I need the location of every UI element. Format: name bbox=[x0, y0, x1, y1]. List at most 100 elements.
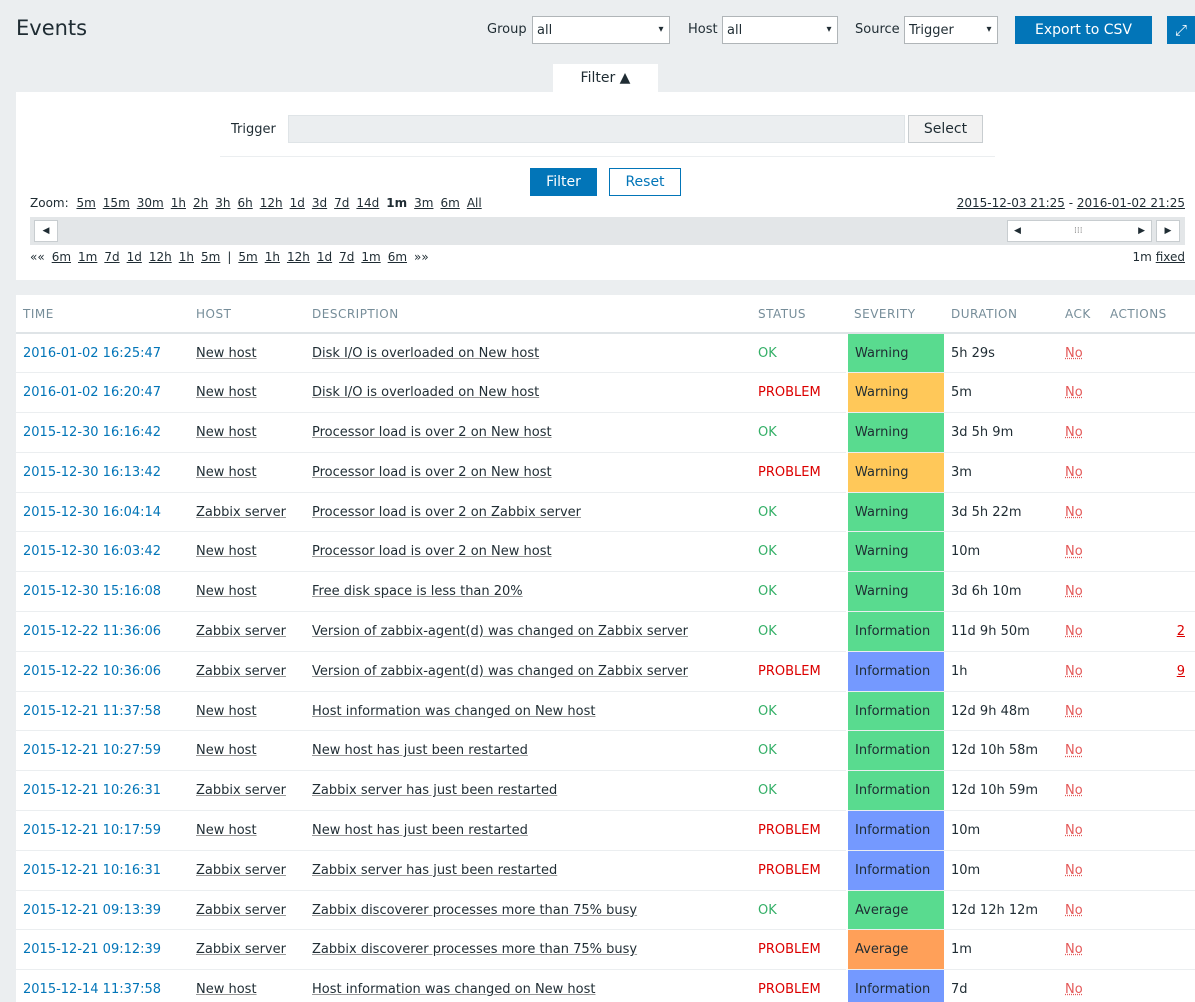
group-select[interactable]: all ▾ bbox=[532, 16, 670, 44]
trigger-select-button[interactable]: Select bbox=[908, 115, 983, 143]
ack-cell-link[interactable]: No bbox=[1065, 544, 1083, 559]
host-cell-link[interactable]: New host bbox=[196, 465, 257, 480]
ack-cell-link[interactable]: No bbox=[1065, 743, 1083, 758]
host-cell-link[interactable]: Zabbix server bbox=[196, 863, 286, 878]
timeline-scrollbar[interactable]: ◀ ◀ ⁞⁞⁞ ▶ bbox=[30, 217, 1185, 245]
ack-cell-link[interactable]: No bbox=[1065, 624, 1083, 639]
host-cell-link[interactable]: Zabbix server bbox=[196, 783, 286, 798]
ack-cell-link[interactable]: No bbox=[1065, 783, 1083, 798]
event-time-link[interactable]: 2015-12-22 10:36:06 bbox=[16, 651, 189, 692]
filter-button[interactable]: Filter bbox=[530, 168, 597, 196]
zoom-link-1h[interactable]: 1h bbox=[171, 196, 186, 210]
ack-cell-link[interactable]: No bbox=[1065, 903, 1083, 918]
zoom-link-6h[interactable]: 6h bbox=[237, 196, 252, 210]
period-from-link[interactable]: 2015-12-03 21:25 bbox=[957, 196, 1065, 210]
host-cell-link[interactable]: New host bbox=[196, 823, 257, 838]
nav-back-1m[interactable]: 1m bbox=[78, 250, 97, 264]
description-cell-link[interactable]: New host has just been restarted bbox=[312, 743, 528, 758]
zoom-link-3h[interactable]: 3h bbox=[215, 196, 230, 210]
reset-button[interactable]: Reset bbox=[609, 168, 681, 196]
ack-cell-link[interactable]: No bbox=[1065, 425, 1083, 440]
zoom-link-3m[interactable]: 3m bbox=[414, 196, 433, 210]
description-cell-link[interactable]: Zabbix server has just been restarted bbox=[312, 863, 557, 878]
ack-cell-link[interactable]: No bbox=[1065, 664, 1083, 679]
scroll-handle[interactable]: ◀ ⁞⁞⁞ ▶ bbox=[1007, 220, 1152, 242]
event-time-link[interactable]: 2015-12-30 16:16:42 bbox=[16, 412, 189, 453]
event-time-link[interactable]: 2015-12-30 16:04:14 bbox=[16, 492, 189, 533]
zoom-link-7d[interactable]: 7d bbox=[334, 196, 349, 210]
event-time-link[interactable]: 2015-12-14 11:37:58 bbox=[16, 969, 189, 1002]
zoom-link-15m[interactable]: 15m bbox=[103, 196, 130, 210]
description-cell-link[interactable]: Processor load is over 2 on New host bbox=[312, 544, 552, 559]
nav-forward-12h[interactable]: 12h bbox=[287, 250, 310, 264]
host-cell-link[interactable]: New host bbox=[196, 346, 257, 361]
host-cell-link[interactable]: New host bbox=[196, 743, 257, 758]
host-cell-link[interactable]: New host bbox=[196, 584, 257, 599]
ack-cell-link[interactable]: No bbox=[1065, 823, 1083, 838]
host-cell-link[interactable]: Zabbix server bbox=[196, 903, 286, 918]
host-cell-link[interactable]: New host bbox=[196, 425, 257, 440]
ack-cell-link[interactable]: No bbox=[1065, 584, 1083, 599]
event-time-link[interactable]: 2015-12-22 11:36:06 bbox=[16, 611, 189, 652]
nav-forward-6m[interactable]: 6m bbox=[388, 250, 407, 264]
host-cell-link[interactable]: Zabbix server bbox=[196, 942, 286, 957]
event-time-link[interactable]: 2015-12-21 09:13:39 bbox=[16, 890, 189, 931]
ack-cell-link[interactable]: No bbox=[1065, 982, 1083, 997]
event-time-link[interactable]: 2015-12-21 10:16:31 bbox=[16, 850, 189, 891]
host-cell-link[interactable]: Zabbix server bbox=[196, 505, 286, 520]
nav-forward-5m[interactable]: 5m bbox=[238, 250, 257, 264]
host-cell-link[interactable]: New host bbox=[196, 982, 257, 997]
nav-back-5m[interactable]: 5m bbox=[201, 250, 220, 264]
host-cell-link[interactable]: Zabbix server bbox=[196, 664, 286, 679]
description-cell-link[interactable]: Version of zabbix-agent(d) was changed o… bbox=[312, 624, 688, 639]
event-time-link[interactable]: 2015-12-21 11:37:58 bbox=[16, 691, 189, 732]
zoom-link-6m[interactable]: 6m bbox=[440, 196, 459, 210]
nav-back-1h[interactable]: 1h bbox=[179, 250, 194, 264]
event-time-link[interactable]: 2016-01-02 16:20:47 bbox=[16, 372, 189, 414]
description-cell-link[interactable]: Processor load is over 2 on New host bbox=[312, 425, 552, 440]
description-cell-link[interactable]: Processor load is over 2 on New host bbox=[312, 465, 552, 480]
ack-cell-link[interactable]: No bbox=[1065, 863, 1083, 878]
ack-cell-link[interactable]: No bbox=[1065, 385, 1083, 400]
nav-forward-1h[interactable]: 1h bbox=[265, 250, 280, 264]
description-cell-link[interactable]: Host information was changed on New host bbox=[312, 982, 596, 997]
ack-cell-link[interactable]: No bbox=[1065, 942, 1083, 957]
ack-cell-link[interactable]: No bbox=[1065, 346, 1083, 361]
nav-forward-1d[interactable]: 1d bbox=[317, 250, 332, 264]
trigger-input[interactable] bbox=[288, 115, 905, 143]
host-cell-link[interactable]: Zabbix server bbox=[196, 624, 286, 639]
host-cell-link[interactable]: New host bbox=[196, 385, 257, 400]
filter-tab[interactable]: Filter ▲ bbox=[553, 64, 658, 92]
description-cell-link[interactable]: Free disk space is less than 20% bbox=[312, 584, 523, 599]
nav-back-1d[interactable]: 1d bbox=[127, 250, 142, 264]
nav-back-12h[interactable]: 12h bbox=[149, 250, 172, 264]
event-time-link[interactable]: 2015-12-30 16:13:42 bbox=[16, 452, 189, 493]
zoom-link-1m[interactable]: 1m bbox=[386, 196, 407, 210]
actions-link[interactable]: 2 bbox=[1177, 624, 1185, 639]
zoom-link-3d[interactable]: 3d bbox=[312, 196, 327, 210]
event-time-link[interactable]: 2016-01-02 16:25:47 bbox=[16, 333, 189, 374]
description-cell-link[interactable]: Zabbix discoverer processes more than 75… bbox=[312, 942, 637, 957]
scroll-right-button[interactable]: ▶ bbox=[1156, 220, 1180, 242]
host-cell-link[interactable]: New host bbox=[196, 544, 257, 559]
ack-cell-link[interactable]: No bbox=[1065, 465, 1083, 480]
ack-cell-link[interactable]: No bbox=[1065, 704, 1083, 719]
nav-back-6m[interactable]: 6m bbox=[52, 250, 71, 264]
description-cell-link[interactable]: Zabbix server has just been restarted bbox=[312, 783, 557, 798]
scroll-left-button[interactable]: ◀ bbox=[34, 220, 58, 242]
nav-forward-1m[interactable]: 1m bbox=[361, 250, 380, 264]
description-cell-link[interactable]: Disk I/O is overloaded on New host bbox=[312, 346, 539, 361]
zoom-link-14d[interactable]: 14d bbox=[356, 196, 379, 210]
host-cell-link[interactable]: New host bbox=[196, 704, 257, 719]
fixed-link[interactable]: fixed bbox=[1156, 250, 1185, 264]
event-time-link[interactable]: 2015-12-21 10:27:59 bbox=[16, 730, 189, 772]
period-to-link[interactable]: 2016-01-02 21:25 bbox=[1077, 196, 1185, 210]
zoom-link-2h[interactable]: 2h bbox=[193, 196, 208, 210]
export-csv-button[interactable]: Export to CSV bbox=[1015, 16, 1152, 44]
source-select[interactable]: Trigger ▾ bbox=[904, 16, 998, 44]
event-time-link[interactable]: 2015-12-30 16:03:42 bbox=[16, 531, 189, 573]
description-cell-link[interactable]: New host has just been restarted bbox=[312, 823, 528, 838]
zoom-link-1d[interactable]: 1d bbox=[290, 196, 305, 210]
zoom-link-12h[interactable]: 12h bbox=[260, 196, 283, 210]
nav-back-7d[interactable]: 7d bbox=[104, 250, 119, 264]
